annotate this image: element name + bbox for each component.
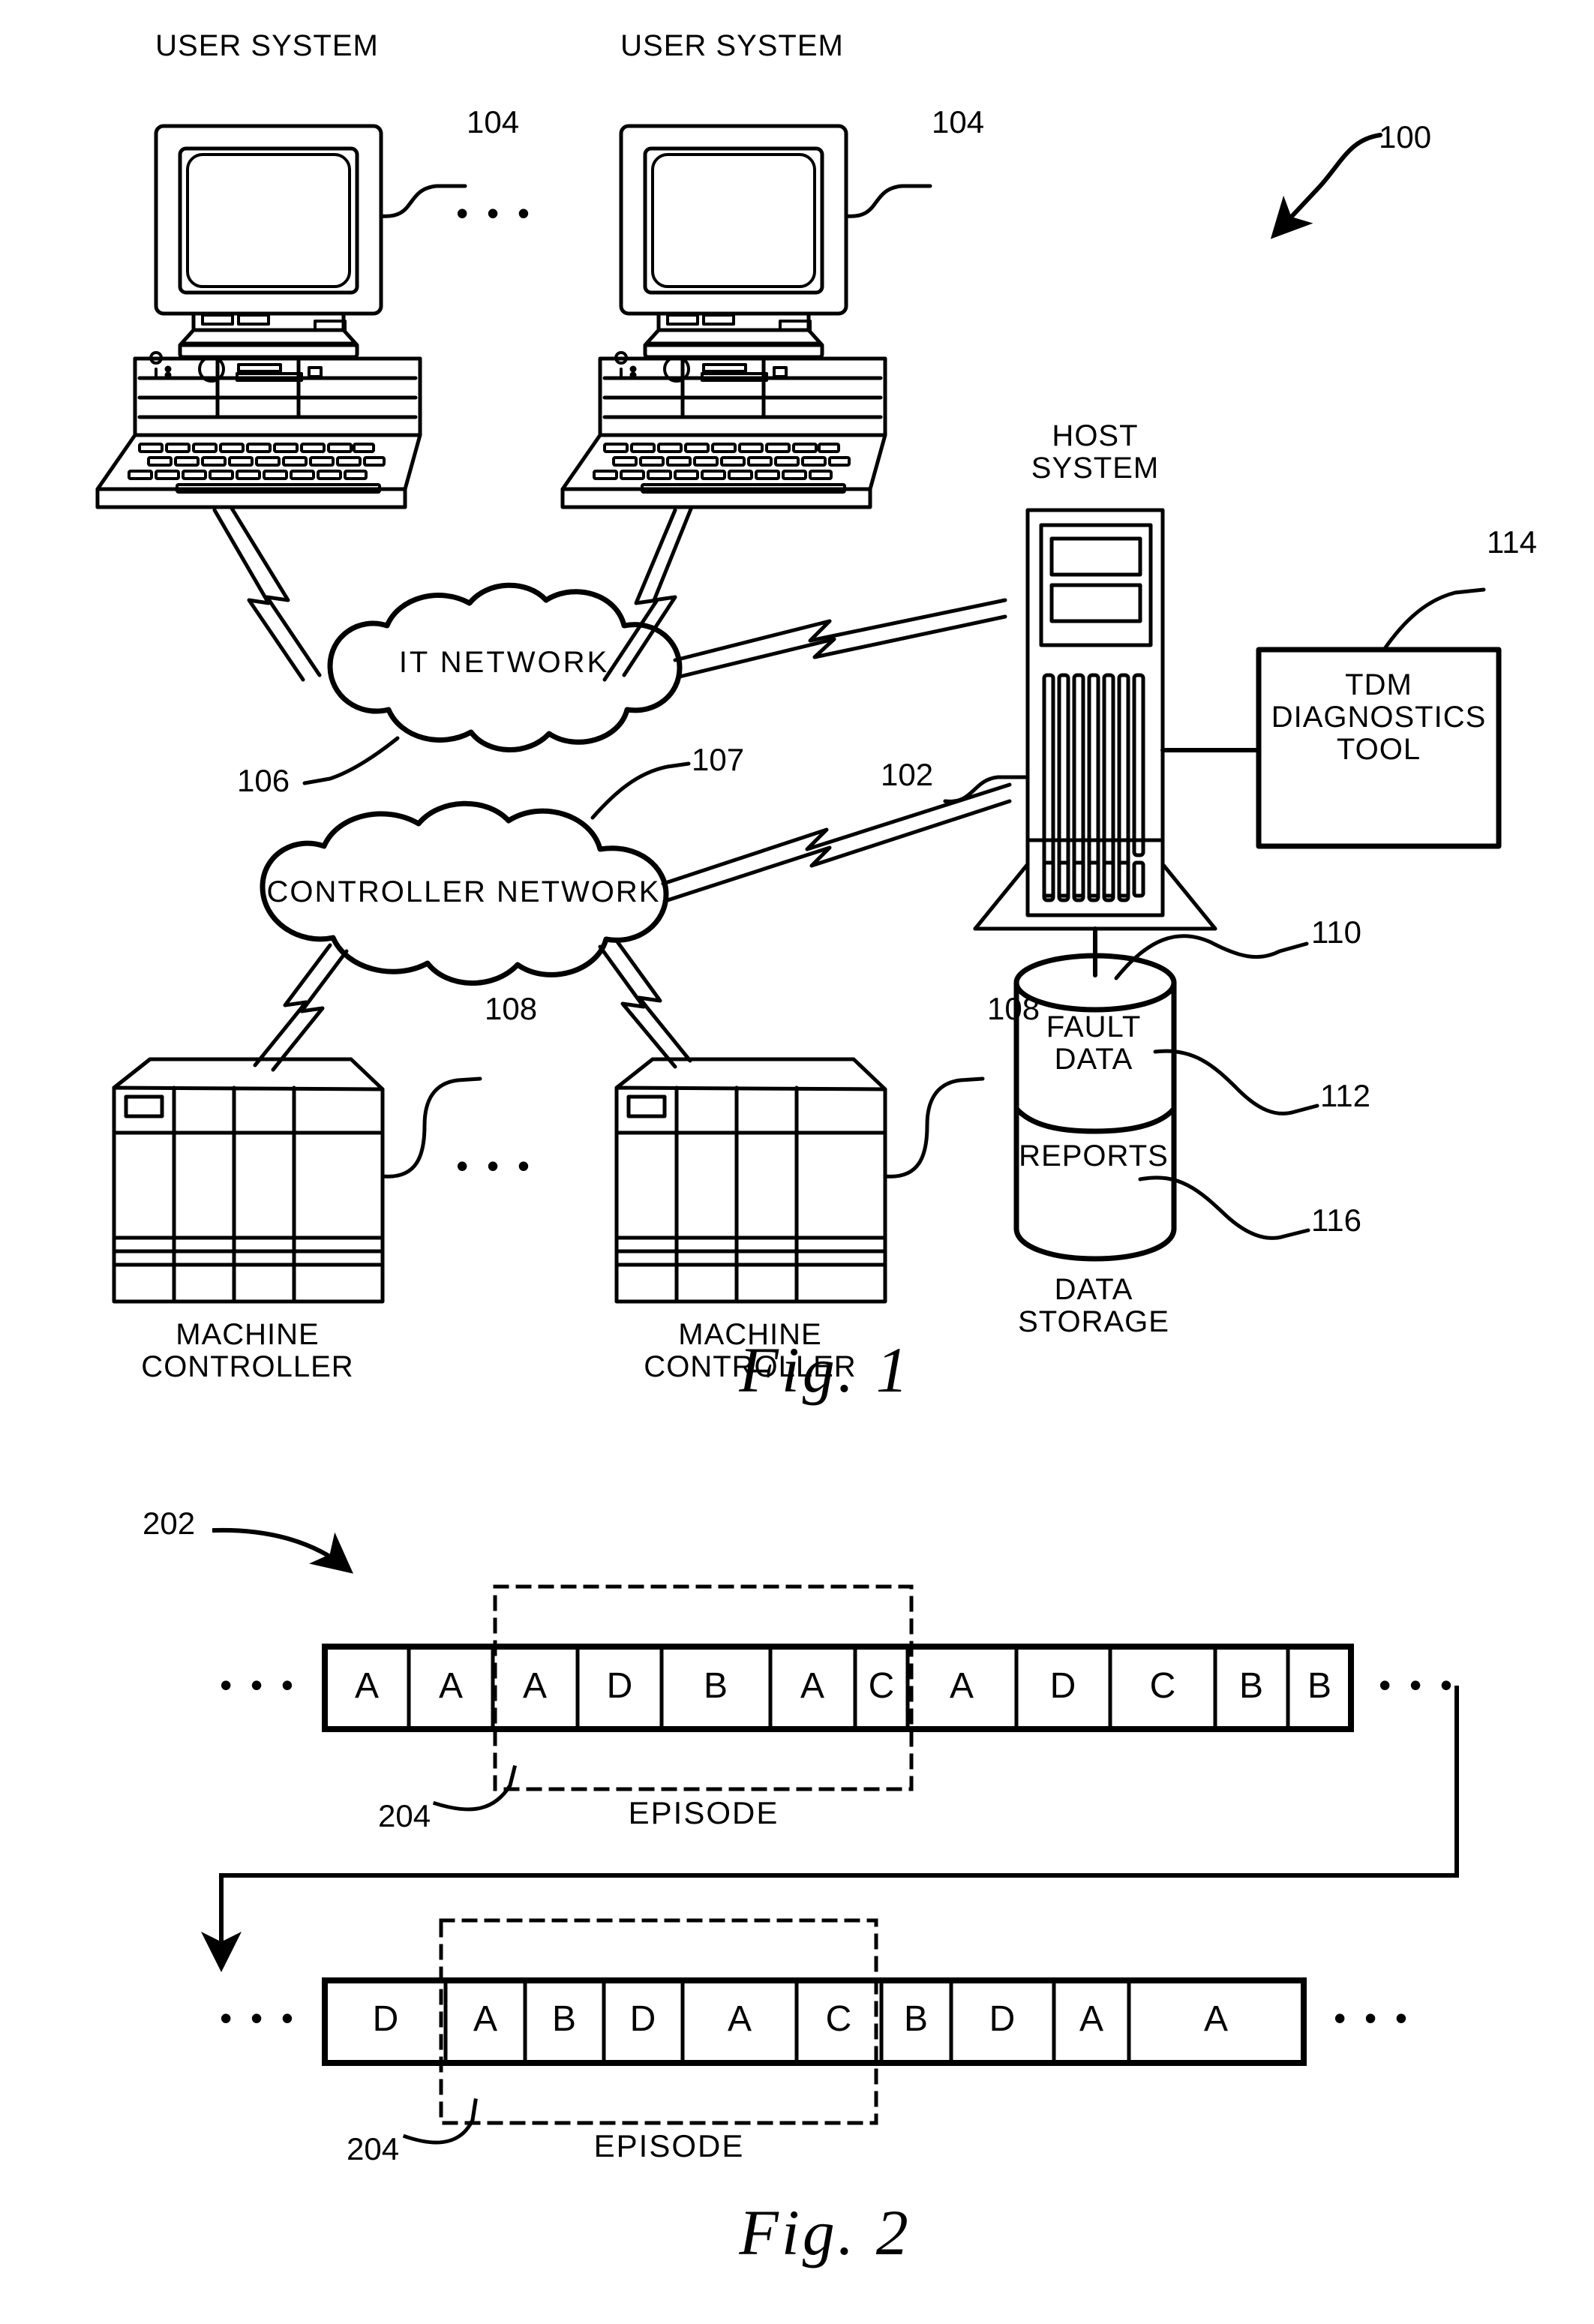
row2-cell-2: B bbox=[551, 1999, 577, 2039]
lead-202 bbox=[212, 1527, 353, 1574]
row2-cell-9: A bbox=[1203, 1999, 1229, 2039]
ref-202: 202 bbox=[143, 1506, 196, 1541]
row2-cell-7: D bbox=[989, 1999, 1016, 2039]
row2-cell-3: D bbox=[629, 1999, 656, 2039]
row2-cell-1: A bbox=[473, 1999, 498, 2039]
row2-right-ellipsis: • • • bbox=[1334, 1998, 1412, 2037]
sequence-row-1-strip bbox=[322, 1644, 1354, 1732]
row2-cell-0: D bbox=[372, 1999, 399, 2039]
sequence-row-2-strip bbox=[322, 1977, 1307, 2066]
row1-cell-8: D bbox=[1049, 1666, 1076, 1706]
episode-box-row-2 bbox=[439, 1918, 878, 2125]
ref-204-row-2: 204 bbox=[347, 2131, 400, 2166]
row1-cell-4: B bbox=[703, 1666, 728, 1706]
lead-204-row-1 bbox=[432, 1764, 518, 1812]
row2-cell-5: C bbox=[825, 1999, 852, 2039]
figure2-vector-layer bbox=[201, 1527, 1459, 2145]
row2-cell-8: A bbox=[1079, 1999, 1104, 2039]
row1-cell-9: C bbox=[1149, 1666, 1176, 1706]
row1-right-ellipsis: • • • bbox=[1379, 1665, 1457, 1704]
ref-204-row-1: 204 bbox=[378, 1798, 431, 1833]
episode-label-row-2: EPISODE bbox=[593, 2128, 745, 2163]
row1-cell-1: A bbox=[438, 1666, 464, 1706]
row1-cell-10: B bbox=[1238, 1666, 1264, 1706]
row1-cell-2: A bbox=[522, 1666, 548, 1706]
figure2-caption: Fig. 2 bbox=[739, 2196, 911, 2268]
row2-cell-4: A bbox=[727, 1999, 752, 2039]
row1-cell-0: A bbox=[354, 1666, 380, 1706]
row1-cell-5: A bbox=[800, 1666, 825, 1706]
row2-left-ellipsis: • • • bbox=[220, 1998, 298, 2037]
row1-left-ellipsis: • • • bbox=[220, 1665, 298, 1704]
row1-cell-3: D bbox=[606, 1666, 633, 1706]
row2-cell-6: B bbox=[903, 1999, 929, 2039]
row1-cell-6: C bbox=[868, 1666, 895, 1706]
row1-cell-7: A bbox=[949, 1666, 974, 1706]
row1-cell-11: B bbox=[1307, 1666, 1332, 1706]
patent-figure-sheet: USER SYSTEM 104 USER SYSTEM 104 • • • 10… bbox=[0, 0, 1594, 2324]
episode-label-row-1: EPISODE bbox=[628, 1795, 779, 1830]
